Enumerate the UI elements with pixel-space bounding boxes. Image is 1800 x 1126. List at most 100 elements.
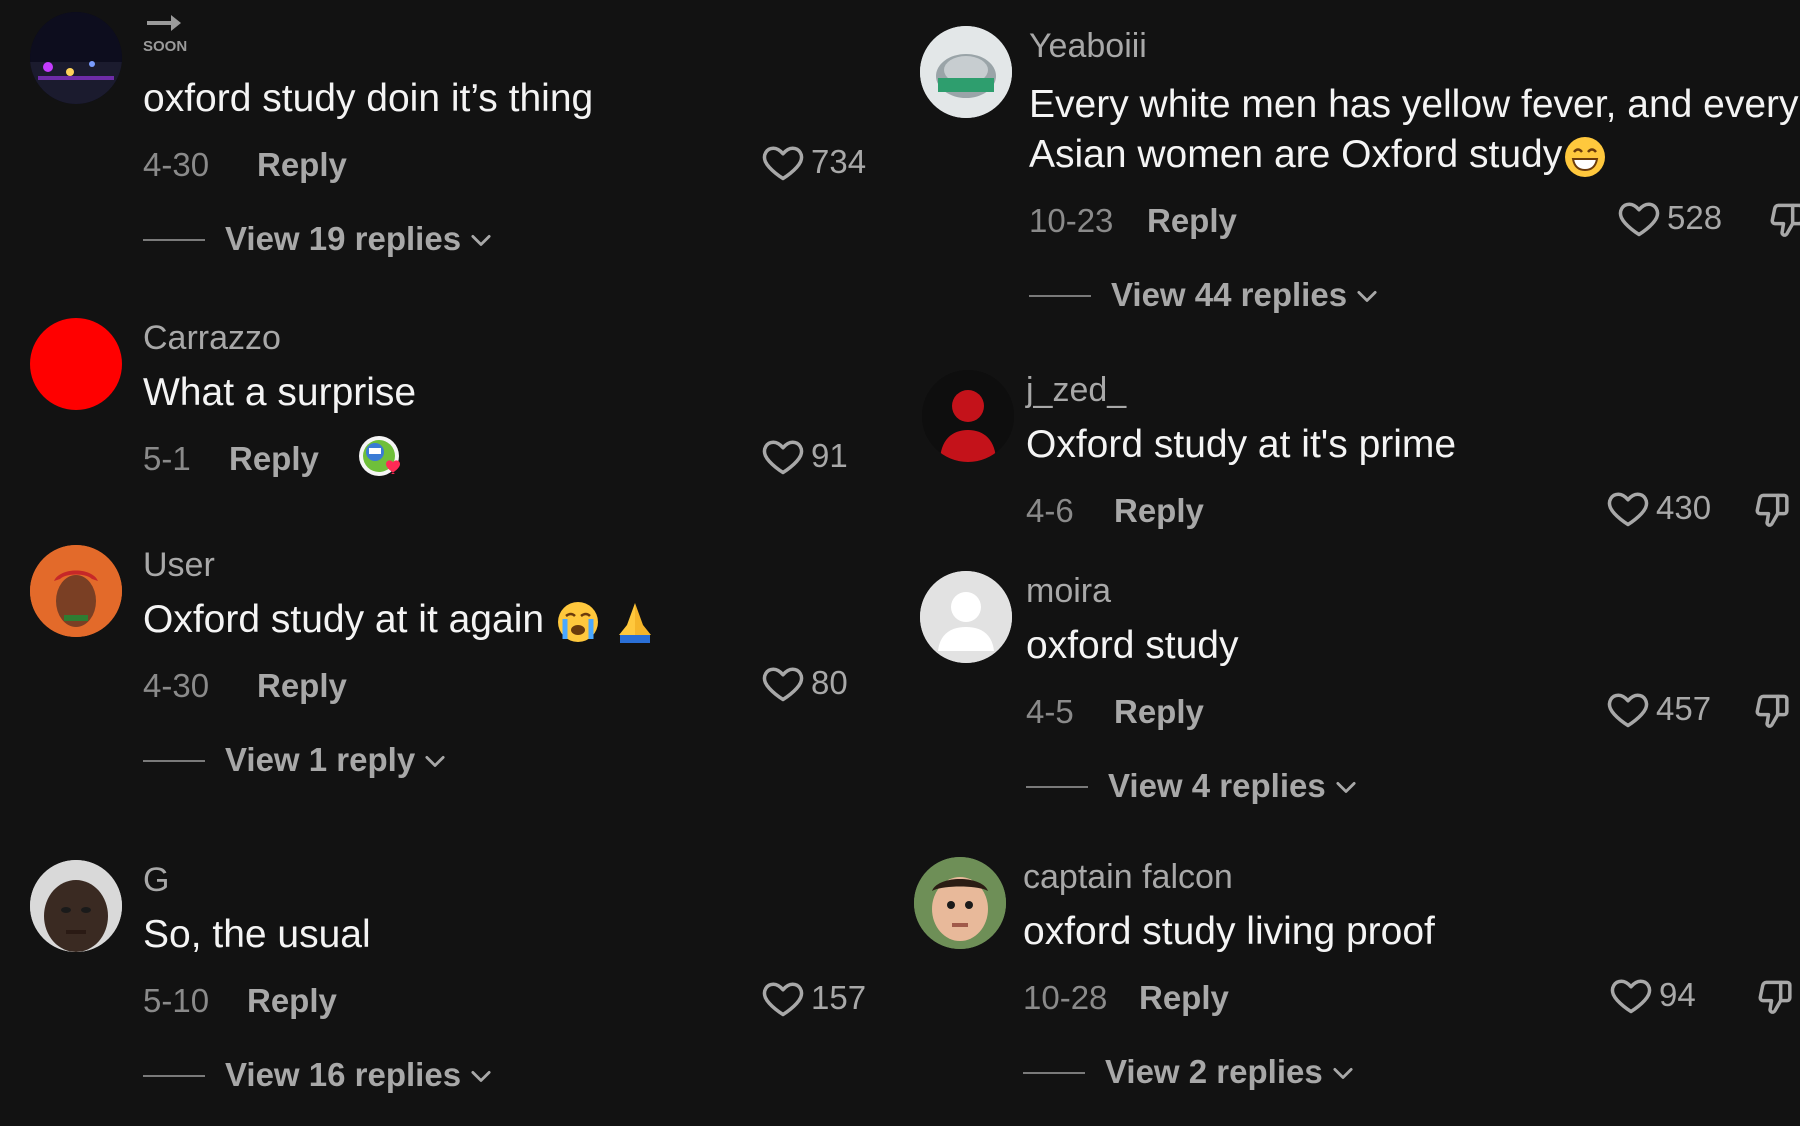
crying-face-emoji [557,601,598,642]
username[interactable]: Carrazzo [143,318,900,358]
view-replies-label: View 4 replies [1108,767,1326,804]
comment-text: Oxford study at it again [143,595,900,645]
like-button[interactable]: 157 [761,976,866,1020]
comment-meta: 10-23 Reply 528 [1029,196,1800,246]
avatar[interactable] [30,12,122,104]
view-replies-button[interactable]: View 1 reply [143,739,900,783]
comment-meta: 4-30 Reply 80 [143,661,900,711]
soon-badge: SOON [143,38,188,55]
chevron-down-icon [421,748,449,776]
divider-line [143,760,205,762]
comment-text-line: Every white men has yellow fever, and ev… [1029,83,1799,126]
reply-button[interactable]: Reply [229,440,319,478]
username[interactable]: moira [1026,571,1800,611]
reply-button[interactable]: Reply [1147,202,1237,240]
comment-date: 10-23 [1029,202,1114,239]
reply-button[interactable]: Reply [257,146,347,184]
heart-outline-icon [1606,486,1650,530]
reply-button[interactable]: Reply [257,667,347,705]
reply-button[interactable]: Reply [247,982,337,1020]
view-replies-button[interactable]: View 19 replies [143,218,900,262]
view-replies-label: View 44 replies [1111,276,1348,313]
heart-outline-icon [1609,973,1653,1017]
comment-meta: 4-5 Reply 457 [1026,687,1800,737]
comment-text: Every white men has yellow fever, and ev… [1029,80,1800,180]
divider-line [1029,295,1091,297]
thumbs-down-icon[interactable] [1752,689,1796,733]
share-arrow-icon [147,15,181,31]
like-button[interactable]: 80 [761,661,848,705]
comment-meta: 10-28 Reply 94 [1023,973,1800,1023]
comment-date: 5-1 [143,440,191,477]
like-count: 91 [811,437,848,474]
like-button[interactable]: 91 [761,434,848,478]
avatar-image [30,860,122,952]
avatar-image [920,26,1012,118]
reply-button[interactable]: Reply [1139,979,1229,1017]
comment-meta: 5-1 Reply 91 [143,434,900,484]
username[interactable]: Yeaboiii [1029,26,1800,66]
thumbs-down-icon[interactable] [1755,975,1799,1019]
comment-text-content: Oxford study at it again [143,598,545,641]
like-button[interactable]: 734 [761,140,866,184]
view-replies-button[interactable]: View 2 replies [1023,1051,1800,1095]
avatar[interactable] [914,857,1006,949]
thumbs-down-icon[interactable] [1752,488,1796,532]
comment-text: What a surprise [143,371,417,414]
view-replies-button[interactable]: View 44 replies [1029,274,1800,318]
avatar-image [914,857,1006,949]
like-count: 734 [811,143,867,180]
divider-line [143,1075,205,1077]
avatar[interactable] [30,318,122,410]
like-count: 528 [1667,199,1723,236]
comment-meta: 4-6 Reply 430 [1026,486,1800,536]
like-count: 94 [1659,976,1696,1013]
thumbs-down-icon[interactable] [1767,198,1800,242]
like-count: 157 [811,979,867,1016]
chevron-down-icon [1329,1060,1357,1088]
heart-outline-icon [1606,687,1650,731]
comment-date: 4-5 [1026,693,1074,730]
comment-text: So, the usual [143,913,371,956]
reply-button[interactable]: Reply [1114,693,1204,731]
username[interactable]: j_zed_ [1026,370,1800,410]
username[interactable]: G [143,860,900,900]
avatar[interactable] [30,545,122,637]
like-button[interactable]: 528 [1617,196,1722,240]
like-button[interactable]: 94 [1609,973,1696,1017]
comment-text: oxford study [1026,624,1239,667]
chevron-down-icon [467,1063,495,1091]
avatar[interactable] [922,370,1014,462]
divider-line [1026,786,1088,788]
avatar[interactable] [30,860,122,952]
like-count: 80 [811,664,848,701]
comment-date: 4-30 [143,146,210,183]
like-button[interactable]: 457 [1606,687,1711,731]
view-replies-button[interactable]: View 4 replies [1026,765,1800,809]
heart-outline-icon [761,661,805,705]
view-replies-label: View 2 replies [1105,1053,1323,1090]
comment-meta: 4-30 Reply 734 [143,140,900,190]
default-avatar-icon [920,571,1012,663]
username[interactable]: captain falcon [1023,857,1800,897]
comment-date: 10-28 [1023,979,1108,1016]
comment-text: Oxford study at it's prime [1026,423,1457,466]
avatar[interactable] [920,571,1012,663]
reply-button[interactable]: Reply [1114,492,1204,530]
chevron-down-icon [1332,774,1360,802]
grinning-face-emoji [1565,136,1606,177]
view-replies-label: View 16 replies [225,1056,462,1093]
view-replies-label: View 19 replies [225,220,462,257]
view-replies-button[interactable]: View 16 replies [143,1054,900,1098]
comment-date: 4-6 [1026,492,1074,529]
heart-outline-icon [761,140,805,184]
username[interactable]: User [143,545,900,585]
like-button[interactable]: 430 [1606,486,1711,530]
chevron-down-icon [1353,283,1381,311]
avatar[interactable] [920,26,1012,118]
comment-date: 4-30 [143,667,210,704]
comment-text-line: Asian women are Oxford study [1029,130,1800,180]
right-comments-panel: Yeaboiii Every white men has yellow feve… [900,0,1800,1126]
view-replies-label: View 1 reply [225,741,416,778]
comment-text: oxford study doin it’s thing [143,77,594,120]
